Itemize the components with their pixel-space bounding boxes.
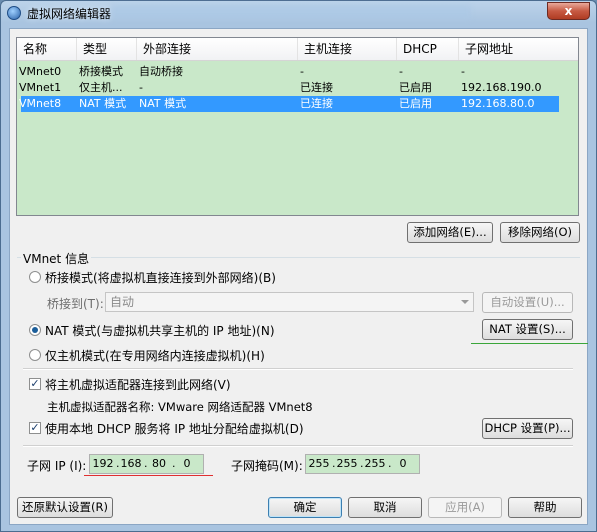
network-list-cell: 已连接 xyxy=(300,81,333,94)
network-list-cell: 桥接模式 xyxy=(79,65,123,78)
vmnet-info-group-border xyxy=(17,257,580,258)
network-list-cell: NAT 模式 xyxy=(79,97,127,110)
nat-mode-radio[interactable] xyxy=(29,324,41,336)
vmware-network-icon xyxy=(7,6,21,20)
section-divider xyxy=(23,368,573,370)
annotation-underline-green xyxy=(471,343,588,344)
network-list-cell: 仅主机... xyxy=(79,81,123,94)
host-only-label: 仅主机模式(在专用网络内连接虚拟机)(H) xyxy=(45,349,265,363)
subnet-ip-octet: 192 xyxy=(92,457,114,470)
subnet-mask-label: 子网掩码(M): xyxy=(231,459,303,473)
remove-network-button[interactable]: 移除网络(O) xyxy=(500,222,580,243)
column-header-subnet[interactable]: 子网地址 xyxy=(459,38,578,60)
network-list-row[interactable]: VMnet0 桥接模式 自动桥接 - - - xyxy=(19,64,559,80)
nat-mode-label: NAT 模式(与虚拟机共享主机的 IP 地址)(N) xyxy=(45,324,275,338)
network-list-cell: 自动桥接 xyxy=(139,65,183,78)
restore-defaults-button[interactable]: 还原默认设置(R) xyxy=(17,497,113,518)
network-list-cell: 192.168.80.0 xyxy=(461,97,535,110)
subnet-mask-octet: 0 xyxy=(399,457,407,470)
network-list-cell: 已启用 xyxy=(399,81,432,94)
network-list-header: 名称 类型 外部连接 主机连接 DHCP 子网地址 xyxy=(17,38,578,61)
network-list-cell: NAT 模式 xyxy=(139,97,187,110)
ok-button[interactable]: 确定 xyxy=(268,497,342,518)
subnet-ip-label: 子网 IP (I): xyxy=(27,459,87,473)
network-list-cell: 已启用 xyxy=(399,97,432,110)
bridged-to-value: 自动 xyxy=(110,295,135,309)
subnet-ip-octet: 168 xyxy=(120,457,142,470)
column-header-external[interactable]: 外部连接 xyxy=(137,38,298,60)
cancel-button[interactable]: 取消 xyxy=(348,497,422,518)
subnet-mask-octet: 255 xyxy=(336,457,358,470)
apply-button[interactable]: 应用(A) xyxy=(428,497,502,518)
virtual-network-editor-window: 虚拟网络编辑器 x 名称 类型 外部连接 主机连接 DHCP 子网地址 VMne… xyxy=(0,0,597,532)
ip-dot: . xyxy=(144,457,148,470)
network-list-cell: VMnet8 xyxy=(19,97,62,110)
dialog-body: 名称 类型 外部连接 主机连接 DHCP 子网地址 VMnet0 桥接模式 自动桥接… xyxy=(9,28,588,525)
network-list-cell: - xyxy=(399,65,403,78)
dhcp-settings-button[interactable]: DHCP 设置(P)... xyxy=(482,418,573,439)
column-header-host[interactable]: 主机连接 xyxy=(298,38,397,60)
help-button[interactable]: 帮助 xyxy=(508,497,582,518)
host-only-radio[interactable] xyxy=(29,349,41,361)
bridged-to-select[interactable]: 自动 xyxy=(105,292,474,312)
nat-settings-button[interactable]: NAT 设置(S)... xyxy=(482,319,573,340)
close-button[interactable]: x xyxy=(547,2,590,20)
use-dhcp-label: 使用本地 DHCP 服务将 IP 地址分配给虚拟机(D) xyxy=(45,422,304,436)
network-list-cell: VMnet0 xyxy=(19,65,62,78)
blurred-title-region xyxy=(111,5,471,19)
title-bar[interactable]: 虚拟网络编辑器 x xyxy=(1,1,596,25)
vmnet-info-group-label: VMnet 信息 xyxy=(21,250,92,267)
network-list[interactable]: 名称 类型 外部连接 主机连接 DHCP 子网地址 VMnet0 桥接模式 自动桥接… xyxy=(16,37,579,216)
adapter-name-label: 主机虚拟适配器名称: VMware 网络适配器 VMnet8 xyxy=(47,400,313,414)
window-title: 虚拟网络编辑器 xyxy=(27,7,112,21)
ip-dot: . xyxy=(388,457,392,470)
connect-adapter-checkbox[interactable]: ✓ xyxy=(29,378,41,390)
column-header-name[interactable]: 名称 xyxy=(17,38,77,60)
subnet-mask-octet: 255 xyxy=(364,457,386,470)
subnet-mask-field[interactable]: 255 . 255 . 255 . 0 xyxy=(305,454,420,474)
network-list-cell: - xyxy=(139,81,143,94)
connect-adapter-label: 将主机虚拟适配器连接到此网络(V) xyxy=(45,378,231,392)
subnet-mask-octet: 255 xyxy=(308,457,330,470)
ip-dot: . xyxy=(116,457,120,470)
ip-dot: . xyxy=(332,457,336,470)
subnet-ip-octet: 80 xyxy=(152,457,166,470)
network-list-cell: - xyxy=(300,65,304,78)
column-header-type[interactable]: 类型 xyxy=(77,38,137,60)
ip-dot: . xyxy=(172,457,176,470)
network-list-cell: - xyxy=(461,65,465,78)
ip-dot: . xyxy=(360,457,364,470)
auto-settings-button[interactable]: 自动设置(U)... xyxy=(482,292,573,313)
column-header-dhcp[interactable]: DHCP xyxy=(397,38,459,60)
add-network-button[interactable]: 添加网络(E)... xyxy=(407,222,493,243)
section-divider xyxy=(23,445,573,447)
network-list-row[interactable]: VMnet8 NAT 模式 NAT 模式 已连接 已启用 192.168.80.0 xyxy=(19,96,559,112)
bridged-mode-radio[interactable] xyxy=(29,271,41,283)
network-list-cell: VMnet1 xyxy=(19,81,62,94)
annotation-underline-red xyxy=(84,475,213,476)
subnet-ip-octet: 0 xyxy=(183,457,191,470)
bridged-mode-label: 桥接模式(将虚拟机直接连接到外部网络)(B) xyxy=(45,271,276,285)
network-list-cell: 已连接 xyxy=(300,97,333,110)
subnet-ip-field[interactable]: 192 . 168 . 80 . 0 xyxy=(89,454,204,474)
chevron-down-icon xyxy=(461,300,469,304)
bridged-to-label: 桥接到(T): xyxy=(47,297,104,311)
use-dhcp-checkbox[interactable]: ✓ xyxy=(29,422,41,434)
network-list-row[interactable]: VMnet1 仅主机... - 已连接 已启用 192.168.190.0 xyxy=(19,80,559,96)
network-list-cell: 192.168.190.0 xyxy=(461,81,542,94)
